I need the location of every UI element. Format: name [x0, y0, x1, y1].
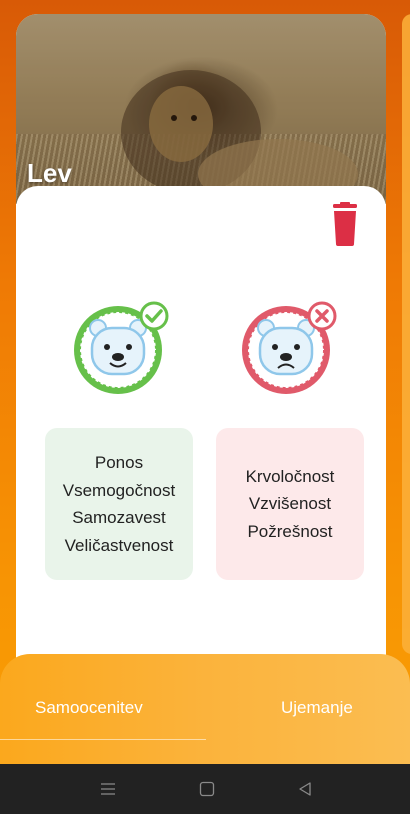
negative-trait: Požrešnost [247, 521, 333, 541]
active-tab-indicator [0, 739, 206, 740]
positive-trait: Vsemogočnost [62, 480, 176, 500]
positive-trait: Samozavest [72, 508, 166, 527]
sad-bear-cross-icon [242, 301, 337, 394]
negative-trait: Krvoločnost [245, 466, 335, 486]
traits-sheet: Ponos Vsemogočnost Samozavest Veličastve… [16, 186, 386, 694]
positive-trait: Veličastvenost [64, 535, 174, 555]
bottom-navigation: Samoocenitev Ujemanje [0, 654, 410, 764]
trash-icon[interactable] [330, 202, 360, 246]
self-assessment-button[interactable]: Samoocenitev [35, 698, 143, 718]
matching-button[interactable]: Ujemanje [281, 698, 353, 718]
menu-icon[interactable] [100, 781, 116, 797]
positive-traits-box: Ponos Vsemogočnost Samozavest Veličastve… [45, 428, 193, 580]
animal-title: Lev [27, 158, 72, 188]
home-icon[interactable] [199, 781, 215, 797]
back-icon[interactable] [297, 781, 313, 797]
happy-bear-check-icon [74, 301, 169, 394]
system-navigation-bar [0, 764, 410, 814]
negative-traits-box: Krvoločnost Vzvišenost Požrešnost [216, 428, 364, 580]
next-card-edge [402, 14, 410, 654]
positive-trait: Ponos [94, 453, 144, 472]
negative-trait: Vzvišenost [248, 494, 332, 514]
lion-photo: Lev [16, 14, 386, 204]
animal-card: Lev Ponos Vsemogočnost Samozavest Veliča… [16, 14, 386, 694]
